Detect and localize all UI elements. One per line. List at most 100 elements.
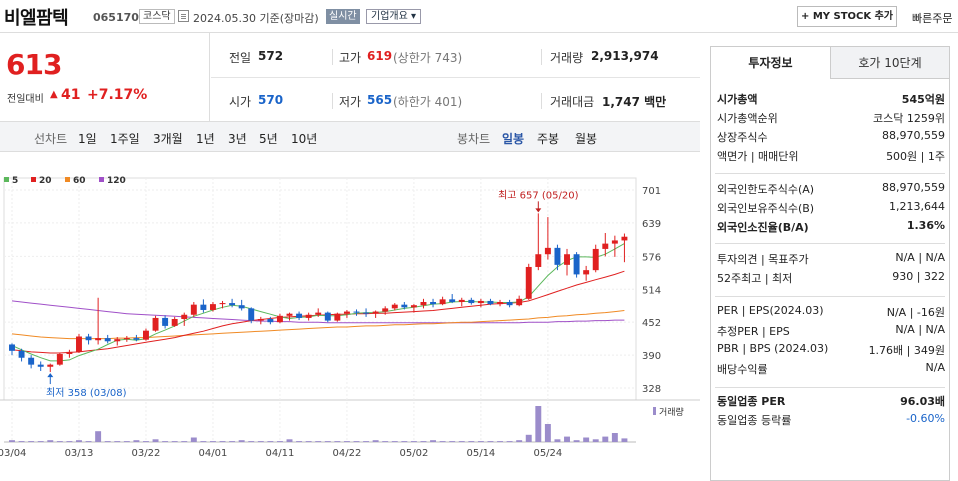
tab-investment-info[interactable]: 투자정보 [711,47,831,79]
candle-body [611,240,618,244]
volume-bar [76,440,82,442]
candle-body [516,298,523,306]
info-row: 52주최고 | 최저 930 | 322 [717,270,945,288]
candle-body [343,311,350,314]
info-row: 동일업종 PER 96.03배 [717,393,945,411]
price-chart[interactable]: 701 639 576 514 452 390 328 03/04 03/13 03/22 04/0… [0,152,700,481]
volume-bar [229,441,236,442]
info-label: PER | EPS(2024.03) [717,304,824,317]
high-label: 고가 [339,51,362,65]
candle-body [391,304,398,309]
info-label: 외국인소진율(B/A) [717,221,809,234]
candle-body [458,299,465,303]
info-value: 1.36% [906,219,945,232]
volume-bar [219,441,226,442]
low-marker-arrow [47,373,54,378]
candle-body [430,302,437,305]
info-value: 88,970,559 [882,181,945,194]
candle-body [468,299,475,304]
lower-limit: (하한가 401) [393,95,463,109]
candle-body [573,254,580,275]
y-tick-label: 390 [642,351,661,362]
legend-label: 120 [107,176,126,186]
candle-body [133,338,140,340]
info-row: 시가총액순위 코스닥 1259위 [717,110,945,128]
period-3y[interactable]: 3년 [228,130,247,147]
info-label: 동일업종 등락률 [717,414,792,427]
volume-bar [190,437,197,442]
legend-label: 20 [39,176,52,186]
volume-bar [152,439,159,442]
x-tick-label: 04/11 [266,448,295,459]
volume-bar [114,441,121,442]
document-icon[interactable] [178,10,189,22]
volume-bar [439,441,446,442]
info-value: N/A | N/A [895,323,945,336]
volume-bar [257,441,264,442]
volume-bar [372,440,379,442]
volume-bar [420,441,427,442]
volume-bar [324,441,331,442]
date-text: 2024.05.30 기준(장마감) [193,12,319,25]
info-row: 동일업종 등락률 -0.60% [717,412,945,430]
volume-bar [209,441,216,442]
volume-bar [47,440,54,442]
period-5y[interactable]: 5년 [259,130,278,147]
info-row: 배당수익률 N/A [717,361,945,379]
volume-bar [497,441,503,442]
candle-monthly[interactable]: 월봉 [575,130,597,147]
stock-name: 비엘팜텍 [4,8,69,29]
upper-limit: (상한가 743) [393,51,463,65]
volume-bar [85,441,92,442]
volume-bar [621,438,628,442]
volume-bar [133,440,140,442]
x-tick-label: 03/22 [132,448,161,459]
change-percent: +7.17% [87,87,148,103]
volume-bar [18,441,25,442]
period-10y[interactable]: 10년 [291,130,317,147]
quick-order-link[interactable]: 빠른주문 [912,10,952,26]
x-tick-label: 03/04 [0,448,26,459]
stock-header: 비엘팜텍 065170 코스닥 2024.05.30 기준(장마감) 실시간 기… [0,0,958,33]
candle-chart-label: 봉차트 [457,132,491,146]
info-row: 시가총액 545억원 [717,91,945,109]
candle-daily[interactable]: 일봉 [502,130,524,147]
volume-bar [28,441,35,442]
stock-code: 065170 [93,11,139,24]
info-label: 투자의견 | 목표주가 [717,253,809,266]
realtime-button[interactable]: 실시간 [326,9,360,24]
company-info-dropdown[interactable]: 기업개요 ▾ [366,9,421,24]
volume-bar [554,439,561,442]
high-marker-arrow [535,208,542,213]
period-1w[interactable]: 1주일 [110,130,140,147]
candle-body [554,247,561,265]
period-3m[interactable]: 3개월 [153,130,183,147]
candle-weekly[interactable]: 주봉 [537,130,559,147]
x-tick-label: 05/14 [466,448,495,459]
candle-body [28,357,35,365]
legend-swatch [65,177,70,182]
info-value: 1.76배 | 349원 [868,344,945,357]
candle-body [209,304,216,310]
x-tick-label: 04/22 [333,448,362,459]
info-label: 시가총액순위 [717,112,778,125]
info-label: 외국인한도주식수(A) [717,183,815,196]
candle-body [9,344,15,351]
volume-bar [363,441,370,442]
amount-label: 거래대금 [550,95,595,109]
period-1y[interactable]: 1년 [196,130,215,147]
info-row: 투자의견 | 목표주가 N/A | N/A [717,251,945,269]
tab-order-book[interactable]: 호가 10단계 [831,47,949,79]
candle-body [190,304,197,315]
x-tick-label: 03/13 [65,448,94,459]
low-annotation: 최저 358 (03/08) [46,387,127,399]
candle-body [66,351,73,355]
volume-bar [449,441,456,442]
add-mystock-button[interactable]: + MY STOCK 추가 [797,6,897,27]
period-1d[interactable]: 1일 [78,130,97,147]
volume-bar [401,441,408,442]
section-divider [715,243,945,244]
candle-body [583,270,590,275]
volume-bar [95,431,102,442]
volume-bar [410,441,417,442]
